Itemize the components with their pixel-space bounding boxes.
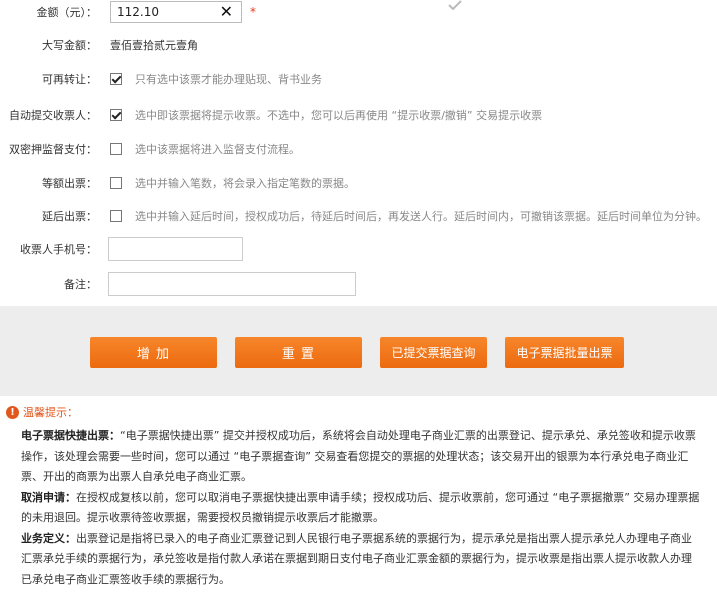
tip-heading: 电子票据快捷出票： [21,429,120,442]
tip-paragraph: 业务定义：出票登记是指将已录入的电子商业汇票登记到人民银行电子票据系统的票据行为… [21,529,701,591]
transferable-checkbox[interactable] [110,73,122,85]
phone-row: 收票人手机号： [0,237,717,261]
warning-icon: ! [6,405,19,419]
auto-submit-hint: 选中即该票据将提示收票。不选中，您可以后再使用 “提示收票/撤销” 交易提示收票 [135,109,543,122]
tips-title: ! 温馨提示： [6,404,78,420]
amount-upper-label: 大写金额： [42,39,97,52]
required-mark: * [250,5,256,19]
delayed-hint: 选中并输入延后时间，授权成功后，待延后时间后，再发送人行。延后时间内，可撤销该票… [135,210,707,223]
transferable-label: 可再转让： [42,73,97,86]
reset-button[interactable]: 重 置 [235,337,362,368]
add-button[interactable]: 增 加 [90,337,217,368]
transferable-hint: 只有选中该票才能办理贴现、背书业务 [135,73,322,86]
submitted-query-button[interactable]: 已提交票据查询 [380,337,487,368]
equal-amount-row: 等额出票： 选中并输入笔数，将会录入指定笔数的票据。 [0,171,717,195]
dual-password-label: 双密押监督支付： [9,143,97,156]
remark-input[interactable] [108,272,356,296]
amount-row: 金额（元）： 112.10 ✕ * [0,0,717,24]
amount-upper-row: 大写金额： 壹佰壹拾贰元壹角 [0,33,717,57]
tip-paragraph: 电子票据快捷出票：“电子票据快捷出票” 提交并授权成功后，系统将会自动处理电子商… [21,426,701,488]
auto-submit-checkbox[interactable] [110,109,122,121]
tip-paragraph: 取消申请：在授权成复核以前，您可以取消电子票据快捷出票申请手续；授权成功后、提示… [21,488,701,529]
tip-text: 出票登记是指将已录入的电子商业汇票登记到人民银行电子票据系统的票据行为，提示承兑… [21,531,692,586]
phone-input[interactable] [108,237,243,261]
delayed-row: 延后出票： 选中并输入延后时间，授权成功后，待延后时间后，再发送人行。延后时间内… [0,204,717,228]
delayed-label: 延后出票： [42,210,97,223]
batch-issue-button[interactable]: 电子票据批量出票 [505,337,624,368]
dual-password-checkbox[interactable] [110,143,122,155]
dual-password-hint: 选中该票据将进入监督支付流程。 [135,143,300,156]
remark-row: 备注： [0,272,717,296]
auto-submit-row: 自动提交收票人： 选中即该票据将提示收票。不选中，您可以后再使用 “提示收票/撤… [0,103,717,127]
button-bar: 增 加 重 置 已提交票据查询 电子票据批量出票 [0,306,717,396]
equal-amount-checkbox[interactable] [110,177,122,189]
transferable-row: 可再转让： 只有选中该票才能办理贴现、背书业务 [0,67,717,91]
amount-upper-value: 壹佰壹拾贰元壹角 [110,39,198,52]
amount-input[interactable]: 112.10 ✕ [110,1,242,23]
dual-password-row: 双密押监督支付： 选中该票据将进入监督支付流程。 [0,137,717,161]
auto-submit-label: 自动提交收票人： [9,109,97,122]
clear-icon[interactable]: ✕ [220,4,233,20]
tip-heading: 取消申请： [21,490,76,504]
tips-title-text: 温馨提示： [23,406,78,419]
phone-label: 收票人手机号： [20,243,97,256]
remark-label: 备注： [64,278,97,291]
tip-heading: 业务定义： [21,531,76,545]
amount-value: 112.10 [117,5,159,19]
amount-label: 金额（元）： [36,6,98,19]
tip-text: “电子票据快捷出票” 提交并授权成功后，系统将会自动处理电子商业汇票的出票登记、… [21,429,696,483]
equal-amount-label: 等额出票： [42,177,97,190]
equal-amount-hint: 选中并输入笔数，将会录入指定笔数的票据。 [135,177,355,190]
tip-text: 在授权成复核以前，您可以取消电子票据快捷出票申请手续；授权成功后、提示收票前，您… [21,490,700,525]
delayed-checkbox[interactable] [110,210,122,222]
tips-body: 电子票据快捷出票：“电子票据快捷出票” 提交并授权成功后，系统将会自动处理电子商… [21,426,701,590]
